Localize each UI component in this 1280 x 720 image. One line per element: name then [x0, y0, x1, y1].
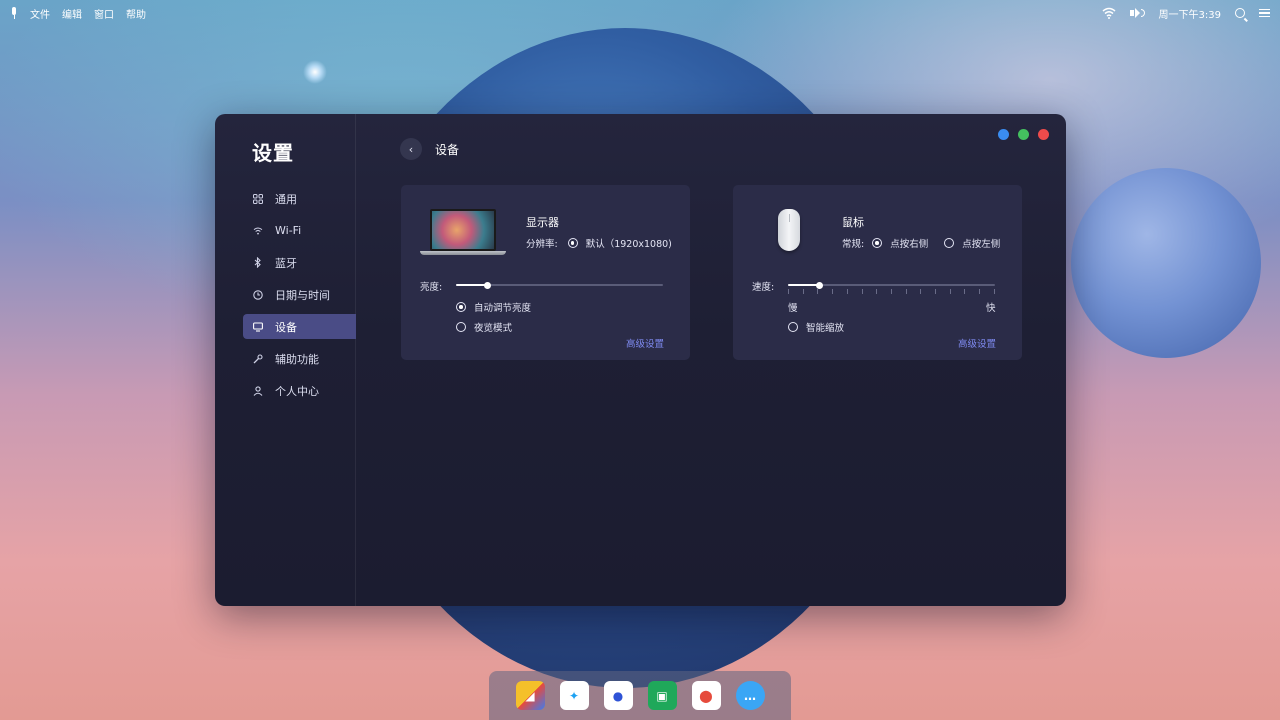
menu-help[interactable]: 帮助 [126, 6, 146, 21]
speed-label: 速度: [752, 282, 775, 293]
right-click-radio[interactable] [872, 238, 883, 248]
chat-bubble-icon: … [744, 688, 756, 703]
menu-edit[interactable]: 编辑 [62, 6, 82, 21]
display-name: 显示器 [526, 216, 559, 229]
speed-slider[interactable] [788, 281, 995, 289]
map-pin-icon: ⬤ [699, 688, 713, 703]
settings-window: 设置 通用 Wi-Fi 蓝牙 日期与时间 设备 辅助功能 个人中心 ‹ 设备 显… [215, 114, 1066, 606]
user-icon [252, 385, 264, 397]
book-icon: ▣ [656, 688, 668, 703]
sidebar-item-label: 日期与时间 [275, 288, 330, 302]
smart-zoom-radio[interactable] [788, 322, 798, 332]
bird-icon: ✦ [568, 688, 580, 703]
night-mode-label: 夜览模式 [474, 323, 513, 334]
brightness-slider[interactable] [456, 281, 663, 289]
speed-slider-handle[interactable] [816, 281, 823, 289]
sidebar-item-label: 个人中心 [275, 384, 319, 398]
resolution-label: 分辨率: [526, 239, 558, 250]
brightness-label: 亮度: [420, 282, 443, 293]
sidebar-item-devices[interactable]: 设备 [243, 314, 356, 339]
mouse-click-row: 常规: 点按右侧 点按左侧 [842, 236, 1000, 250]
background-star [303, 60, 327, 84]
sidebar-nav: 通用 Wi-Fi 蓝牙 日期与时间 设备 辅助功能 个人中心 [243, 186, 356, 410]
dock-app-6[interactable]: … [735, 681, 765, 710]
wifi-icon [252, 225, 264, 237]
sidebar-title: 设置 [252, 141, 294, 165]
minimize-button[interactable] [998, 129, 1009, 140]
sidebar-item-bluetooth[interactable]: 蓝牙 [243, 250, 356, 275]
auto-brightness-label: 自动调节亮度 [474, 303, 532, 314]
window-controls [998, 129, 1049, 140]
resolution-row: 分辨率: 默认（1920x1080) [526, 236, 672, 250]
mouse-icon [778, 209, 800, 251]
right-click-label: 点按右侧 [890, 239, 929, 250]
left-click-radio[interactable] [944, 238, 955, 248]
auto-brightness-radio[interactable] [456, 302, 466, 312]
chevron-left-icon: ‹ [408, 142, 414, 156]
brightness-slider-handle[interactable] [484, 281, 491, 289]
sidebar: 设置 通用 Wi-Fi 蓝牙 日期与时间 设备 辅助功能 个人中心 [215, 114, 356, 606]
clock-icon [252, 289, 264, 301]
sidebar-item-label: 设备 [275, 320, 297, 334]
sidebar-item-accessibility[interactable]: 辅助功能 [243, 346, 356, 371]
menu-bar: 文件 编辑 窗口 帮助 周一下午3:39 [0, 0, 1280, 26]
laptop-icon [420, 207, 506, 257]
resolution-radio[interactable] [567, 238, 578, 248]
resolution-value: 默认（1920x1080) [585, 239, 672, 250]
menu-window[interactable]: 窗口 [94, 6, 114, 21]
dock-app-1[interactable]: ◢ [515, 681, 545, 710]
menu-file[interactable]: 文件 [30, 6, 50, 21]
bluetooth-icon [252, 257, 264, 269]
speed-fast-label: 快 [986, 303, 996, 314]
wifi-status-icon[interactable] [1102, 7, 1116, 19]
display-card: 显示器 分辨率: 默认（1920x1080) 亮度: 自动调节亮度 夜览模式 高… [401, 185, 690, 360]
dock-app-4[interactable]: ▣ [647, 681, 677, 710]
menu-list-icon[interactable] [1259, 8, 1270, 18]
sidebar-item-datetime[interactable]: 日期与时间 [243, 282, 356, 307]
sidebar-item-label: 辅助功能 [275, 352, 319, 366]
microphone-icon[interactable] [10, 7, 18, 19]
grid-icon [252, 193, 264, 205]
speed-slider-fill [788, 284, 819, 286]
maximize-button[interactable] [1018, 129, 1029, 140]
dock-app-3[interactable]: ● [603, 681, 633, 710]
display-advanced-link[interactable]: 高级设置 [626, 336, 664, 350]
sidebar-item-general[interactable]: 通用 [243, 186, 356, 211]
dock: ◢ ✦ ● ▣ ⬤ … [489, 671, 791, 720]
smart-zoom-row[interactable]: 智能缩放 [788, 320, 844, 334]
speed-slow-label: 慢 [788, 303, 798, 314]
sidebar-item-profile[interactable]: 个人中心 [243, 378, 356, 403]
mouse-name: 鼠标 [842, 216, 864, 229]
sidebar-item-label: Wi-Fi [275, 224, 302, 237]
left-click-label: 点按左侧 [962, 239, 1001, 250]
brightness-slider-fill [456, 284, 487, 286]
volume-icon[interactable] [1129, 8, 1145, 18]
wrench-icon [252, 353, 264, 365]
background-small-planet [1071, 168, 1261, 358]
kite-icon: ◢ [525, 688, 535, 703]
general-label: 常规: [842, 239, 865, 250]
auto-brightness-row[interactable]: 自动调节亮度 [456, 300, 531, 314]
monitor-icon [252, 321, 264, 333]
smart-zoom-label: 智能缩放 [806, 323, 845, 334]
mouse-card: 鼠标 常规: 点按右侧 点按左侧 速度: 慢 快 智能缩放 高级设置 [733, 185, 1022, 360]
mouse-advanced-link[interactable]: 高级设置 [958, 336, 996, 350]
sidebar-item-label: 蓝牙 [275, 256, 297, 270]
page-header: ‹ 设备 [400, 138, 459, 160]
sidebar-item-wifi[interactable]: Wi-Fi [243, 218, 356, 243]
dock-app-2[interactable]: ✦ [559, 681, 589, 710]
paw-icon: ● [612, 688, 624, 703]
search-icon[interactable] [1235, 8, 1245, 18]
night-mode-radio[interactable] [456, 322, 466, 332]
menubar-clock[interactable]: 周一下午3:39 [1159, 6, 1221, 21]
close-button[interactable] [1038, 129, 1049, 140]
back-button[interactable]: ‹ [400, 138, 422, 160]
page-title: 设备 [435, 142, 460, 157]
speed-slider-ticks [788, 289, 995, 295]
dock-app-5[interactable]: ⬤ [691, 681, 721, 710]
night-mode-row[interactable]: 夜览模式 [456, 320, 512, 334]
sidebar-item-label: 通用 [275, 192, 297, 206]
